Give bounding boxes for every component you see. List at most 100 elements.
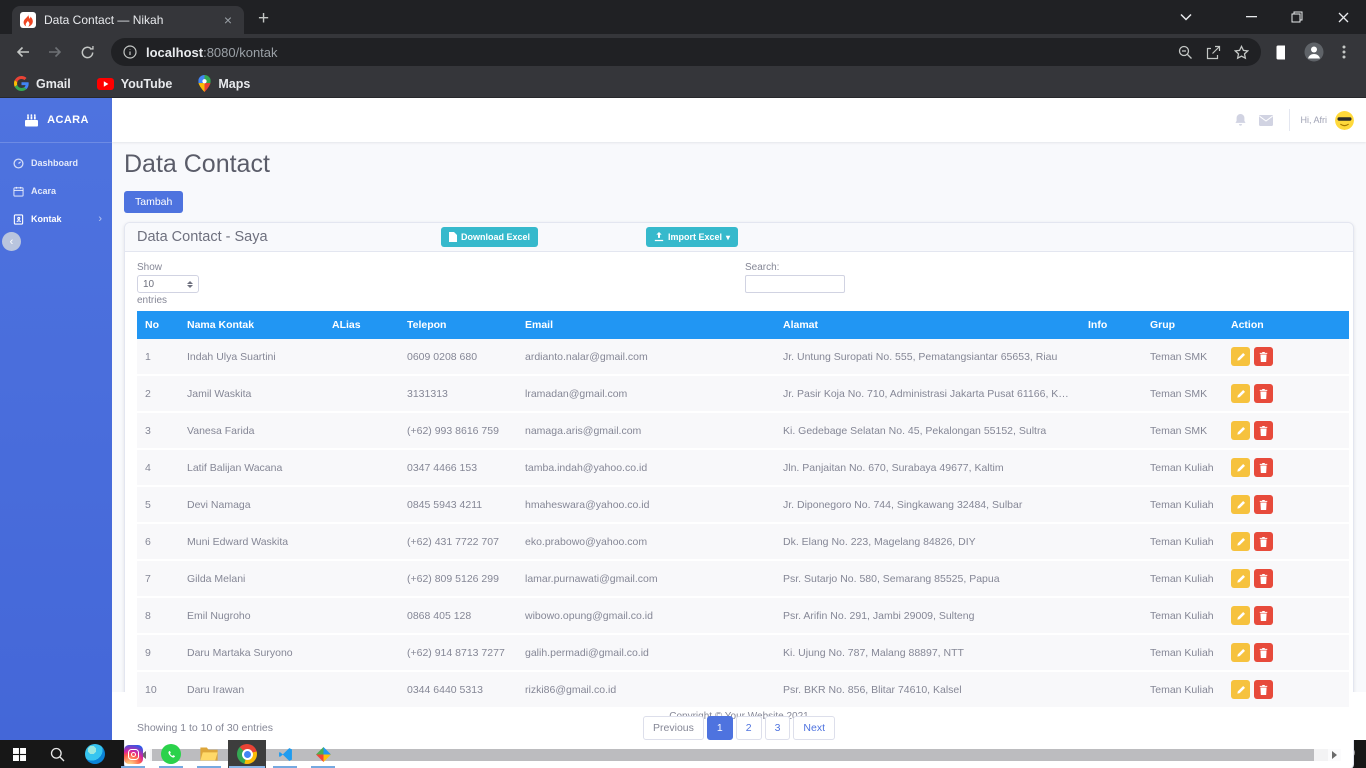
sidebar-item-acara[interactable]: Acara — [0, 177, 112, 205]
sidebar-brand[interactable]: ACARA — [0, 98, 112, 142]
bookmark-star-icon[interactable] — [1227, 39, 1255, 65]
column-header-alias[interactable]: ALias — [324, 311, 399, 339]
column-header-telepon[interactable]: Telepon — [399, 311, 517, 339]
start-button[interactable] — [0, 740, 38, 768]
share-icon[interactable] — [1199, 39, 1227, 65]
delete-button[interactable] — [1254, 532, 1273, 551]
taskbar-edge[interactable] — [76, 740, 114, 768]
sidebar-collapse-button[interactable]: ‹ — [2, 232, 21, 251]
delete-button[interactable] — [1254, 606, 1273, 625]
search-input[interactable] — [745, 275, 845, 293]
entries-summary: Showing 1 to 10 of 30 entries — [137, 722, 274, 734]
profile-avatar-icon[interactable] — [1299, 38, 1329, 66]
contacts-table-head-row: No Nama Kontak ALias Telepon Email Alamat Info… — [137, 311, 1349, 339]
page-content: Data Contact Tambah Data Contact - Saya … — [112, 142, 1366, 768]
taskbar-instagram[interactable] — [114, 740, 152, 768]
whatsapp-icon — [161, 744, 181, 764]
cell-grup: Teman SMK — [1142, 339, 1223, 376]
restore-button[interactable] — [1274, 0, 1320, 34]
column-header-email[interactable]: Email — [517, 311, 775, 339]
envelope-icon[interactable] — [1253, 107, 1279, 133]
back-icon[interactable] — [9, 38, 37, 66]
edit-button[interactable] — [1231, 347, 1250, 366]
close-button[interactable] — [1320, 0, 1366, 34]
trash-icon — [1259, 462, 1268, 473]
cell-email: galih.permadi@gmail.co.id — [517, 634, 775, 672]
edit-button[interactable] — [1231, 680, 1250, 699]
reload-icon[interactable] — [73, 38, 101, 66]
add-button[interactable]: Tambah — [124, 191, 184, 213]
new-tab-button[interactable]: + — [258, 8, 269, 30]
pagination-page-3[interactable]: 3 — [764, 716, 791, 740]
url-text: localhost:8080/kontak — [146, 44, 278, 60]
column-header-no[interactable]: No — [137, 311, 179, 339]
table-row: 4 Latif Balijan Wacana 0347 4466 153 tamba.… — [137, 449, 1349, 487]
delete-button[interactable] — [1254, 347, 1273, 366]
column-header-alamat[interactable]: Alamat — [775, 311, 1080, 339]
edit-button[interactable] — [1231, 569, 1250, 588]
edit-button[interactable] — [1231, 532, 1250, 551]
diamond-icon — [315, 746, 331, 762]
pagination-previous[interactable]: Previous — [643, 716, 704, 740]
user-avatar[interactable] — [1335, 110, 1354, 130]
pagination-next[interactable]: Next — [793, 716, 835, 740]
bookmark-maps[interactable]: Maps — [198, 75, 250, 92]
cell-alamat: Psr. Sutarjo No. 580, Semarang 85525, Pa… — [775, 560, 1080, 598]
edit-button[interactable] — [1231, 384, 1250, 403]
download-excel-button[interactable]: Download Excel — [441, 227, 539, 247]
delete-button[interactable] — [1254, 680, 1273, 699]
side-panel-icon[interactable] — [1269, 38, 1299, 66]
page-length-select[interactable]: 10 — [137, 275, 199, 293]
cell-alamat: Jr. Pasir Koja No. 710, Administrasi Jak… — [775, 375, 1080, 413]
column-header-action[interactable]: Action — [1223, 311, 1349, 339]
import-excel-button[interactable]: Import Excel ▾ — [646, 227, 739, 247]
taskbar-search-button[interactable] — [38, 740, 76, 768]
taskbar-diamond-app[interactable] — [304, 740, 342, 768]
taskbar-whatsapp[interactable] — [152, 740, 190, 768]
column-header-grup[interactable]: Grup — [1142, 311, 1223, 339]
zoom-icon[interactable] — [1171, 39, 1199, 65]
delete-button[interactable] — [1254, 421, 1273, 440]
column-header-nama-kontak[interactable]: Nama Kontak — [179, 311, 324, 339]
edit-button[interactable] — [1231, 495, 1250, 514]
cell-action — [1223, 339, 1349, 376]
bookmark-youtube[interactable]: YouTube — [96, 77, 172, 91]
delete-button[interactable] — [1254, 458, 1273, 477]
pagination-page-1[interactable]: 1 — [706, 716, 733, 740]
bookmark-gmail[interactable]: Gmail — [14, 76, 71, 91]
sidebar-item-dashboard[interactable]: Dashboard — [0, 149, 112, 177]
cell-grup: Teman Kuliah — [1142, 671, 1223, 709]
bell-icon[interactable] — [1227, 107, 1253, 133]
search-label: Search: — [745, 262, 780, 273]
tab-search-icon[interactable] — [1166, 0, 1206, 34]
tab-close-icon[interactable]: × — [220, 11, 236, 29]
taskbar-explorer[interactable] — [190, 740, 228, 768]
taskbar-chrome[interactable] — [228, 740, 266, 768]
column-header-info[interactable]: Info — [1080, 311, 1142, 339]
edit-button[interactable] — [1231, 458, 1250, 477]
edit-button[interactable] — [1231, 643, 1250, 662]
trash-icon — [1259, 425, 1268, 436]
pencil-icon — [1236, 537, 1245, 546]
delete-button[interactable] — [1254, 384, 1273, 403]
cell-no: 9 — [137, 634, 179, 672]
sidebar-item-kontak[interactable]: Kontak › — [0, 205, 112, 233]
address-bar[interactable]: localhost:8080/kontak — [111, 38, 1261, 66]
pagination-page-2[interactable]: 2 — [735, 716, 762, 740]
edit-button[interactable] — [1231, 421, 1250, 440]
cell-nama-kontak: Indah Ulya Suartini — [179, 339, 324, 376]
edit-button[interactable] — [1231, 606, 1250, 625]
table-row: 5 Devi Namaga 0845 5943 4211 hmaheswara@yah… — [137, 486, 1349, 524]
forward-icon[interactable] — [41, 38, 69, 66]
browser-tab[interactable]: Data Contact — Nikah × — [12, 6, 244, 34]
delete-button[interactable] — [1254, 569, 1273, 588]
delete-button[interactable] — [1254, 643, 1273, 662]
minimize-button[interactable] — [1228, 0, 1274, 34]
taskbar-vscode[interactable] — [266, 740, 304, 768]
cell-grup: Teman SMK — [1142, 412, 1223, 450]
cell-grup: Teman Kuliah — [1142, 560, 1223, 598]
menu-dots-icon[interactable] — [1329, 38, 1359, 66]
cell-email: rizki86@gmail.co.id — [517, 671, 775, 709]
scroll-right-icon[interactable] — [1328, 749, 1341, 761]
delete-button[interactable] — [1254, 495, 1273, 514]
